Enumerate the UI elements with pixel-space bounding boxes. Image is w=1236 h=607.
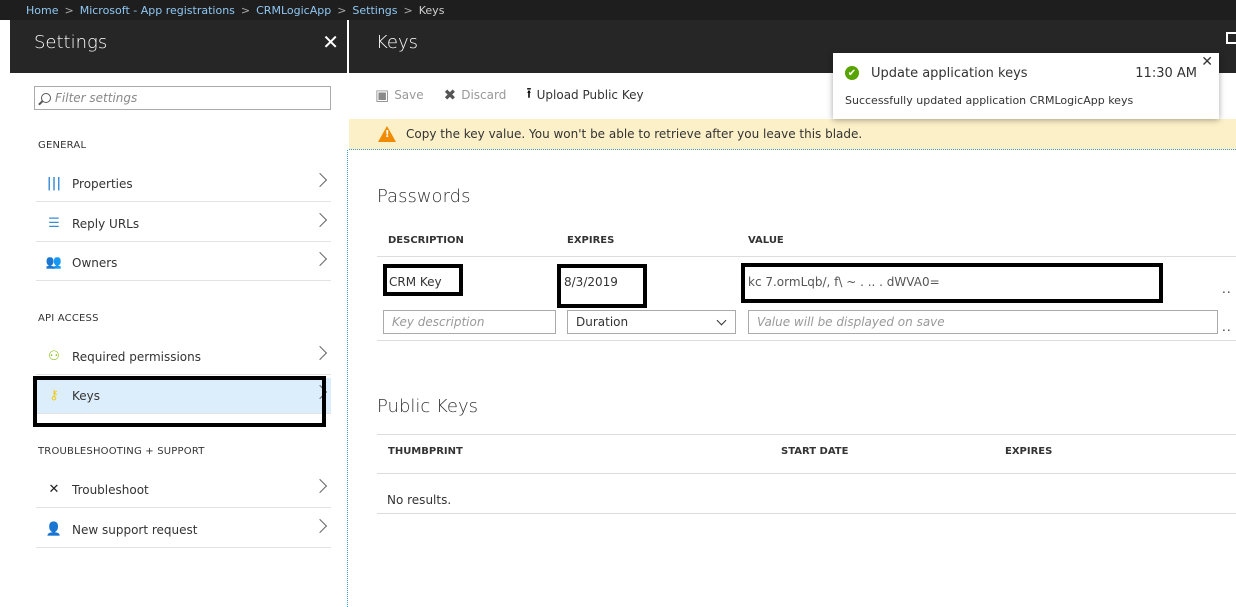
settings-blade-title: Settings	[34, 32, 108, 53]
breadcrumb: Home > Microsoft - App registrations > CRM…	[0, 0, 1236, 20]
chevron-right-icon	[312, 478, 328, 494]
toast-close-icon[interactable]: ✕	[1201, 54, 1213, 70]
column-header-expires: EXPIRES	[567, 235, 615, 246]
expires-highlight-box	[557, 264, 647, 308]
breadcrumb-current: Keys	[418, 3, 445, 17]
breadcrumb-settings[interactable]: Settings	[352, 4, 397, 17]
list-icon: ☰	[48, 216, 60, 231]
sidebar-item-label: Required permissions	[72, 349, 202, 364]
sidebar-item-label: Properties	[72, 176, 133, 191]
upload-icon: ⭱	[526, 83, 532, 102]
new-row-more-button[interactable]: ..	[1222, 320, 1232, 334]
save-button[interactable]: ▣ Save	[375, 86, 424, 104]
key-description-input[interactable]: Key description	[383, 310, 556, 334]
row-more-button[interactable]: ..	[1222, 282, 1232, 296]
no-results-text: No results.	[387, 493, 452, 507]
breadcrumb-app-registrations[interactable]: Microsoft - App registrations	[80, 4, 235, 17]
toast-time: 11:30 AM	[1135, 66, 1197, 81]
upload-public-key-button[interactable]: ⭱ Upload Public Key	[526, 83, 643, 108]
discard-button[interactable]: ✖ Discard	[444, 86, 507, 104]
save-icon: ▣	[375, 86, 390, 104]
chevron-right-icon	[312, 518, 328, 534]
chevron-right-icon	[312, 172, 328, 188]
toast-message: Successfully updated application CRMLogi…	[845, 94, 1134, 107]
success-check-icon: ✔	[845, 66, 859, 80]
users-icon: 👥	[45, 255, 63, 270]
column-header-value: VALUE	[748, 235, 784, 246]
breadcrumb-crmlogicapp[interactable]: CRMLogicApp	[256, 4, 331, 17]
section-api-access: API ACCESS	[38, 313, 99, 324]
keys-toolbar: ▣ Save ✖ Discard ⭱ Upload Public Key	[375, 83, 664, 107]
sidebar-item-required-permissions[interactable]: ⚇ Required permissions	[36, 339, 331, 375]
section-troubleshooting: TROUBLESHOOTING + SUPPORT	[38, 446, 205, 457]
chevron-down-icon	[716, 315, 727, 326]
keys-highlight-box	[33, 376, 326, 427]
permissions-icon: ⚇	[48, 349, 60, 364]
column-header-thumbprint: THUMBPRINT	[388, 446, 463, 457]
breadcrumb-home[interactable]: Home	[26, 4, 58, 17]
description-highlight-box	[383, 264, 463, 296]
sidebar-item-troubleshoot[interactable]: ✕ Troubleshoot	[36, 472, 331, 508]
settings-blade-header: Settings ✕	[10, 20, 347, 73]
blade-divider	[347, 150, 348, 607]
support-icon: 👤	[45, 522, 63, 537]
warning-icon: !	[378, 126, 396, 142]
value-highlight-box	[741, 263, 1163, 303]
duration-select[interactable]: Duration	[567, 310, 736, 334]
sidebar-item-label: Owners	[72, 255, 118, 270]
public-keys-bottom-divider	[377, 513, 1236, 514]
chevron-right-icon	[312, 251, 328, 267]
key-value-input[interactable]: Value will be displayed on save	[748, 310, 1218, 334]
notification-toast[interactable]: ✔ Update application keys 11:30 AM Succe…	[833, 53, 1219, 119]
chevron-right-icon	[312, 345, 328, 361]
settings-panel: Filter settings GENERAL ||| Properties ☰…	[10, 73, 347, 607]
section-general: GENERAL	[38, 140, 87, 151]
sidebar-item-label: Troubleshoot	[72, 482, 149, 497]
wrench-icon: ✕	[48, 482, 60, 497]
sidebar-item-label: Reply URLs	[72, 216, 140, 231]
keys-blade-title: Keys	[376, 32, 419, 53]
public-keys-header-divider	[377, 473, 1236, 474]
sidebar-item-owners[interactable]: 👥 Owners	[36, 245, 331, 281]
filter-settings-input[interactable]: Filter settings	[34, 86, 331, 110]
close-icon[interactable]: ✕	[322, 30, 339, 54]
toast-title: Update application keys	[871, 66, 1028, 81]
chevron-right-icon	[312, 212, 328, 228]
passwords-heading: Passwords	[377, 186, 471, 207]
warning-bar: ! Copy the key value. You won't be able …	[349, 119, 1236, 150]
sidebar-item-label: New support request	[72, 522, 198, 537]
column-header-start-date: START DATE	[781, 446, 849, 457]
sidebar-item-new-support-request[interactable]: 👤 New support request	[36, 512, 331, 548]
sidebar-item-properties[interactable]: ||| Properties	[36, 166, 331, 202]
public-keys-top-divider	[377, 434, 1236, 435]
passwords-bottom-divider	[377, 340, 1236, 341]
sidebar-item-reply-urls[interactable]: ☰ Reply URLs	[36, 206, 331, 242]
filter-placeholder: Filter settings	[55, 91, 138, 105]
warning-text: Copy the key value. You won't be able to…	[406, 127, 863, 141]
header-divider	[377, 256, 1236, 257]
properties-icon: |||	[46, 176, 62, 191]
discard-icon: ✖	[443, 86, 457, 104]
column-header-public-expires: EXPIRES	[1005, 446, 1053, 457]
column-header-description: DESCRIPTION	[388, 235, 464, 246]
public-keys-heading: Public Keys	[377, 396, 479, 417]
maximize-icon[interactable]	[1226, 32, 1236, 44]
search-icon	[41, 93, 51, 103]
